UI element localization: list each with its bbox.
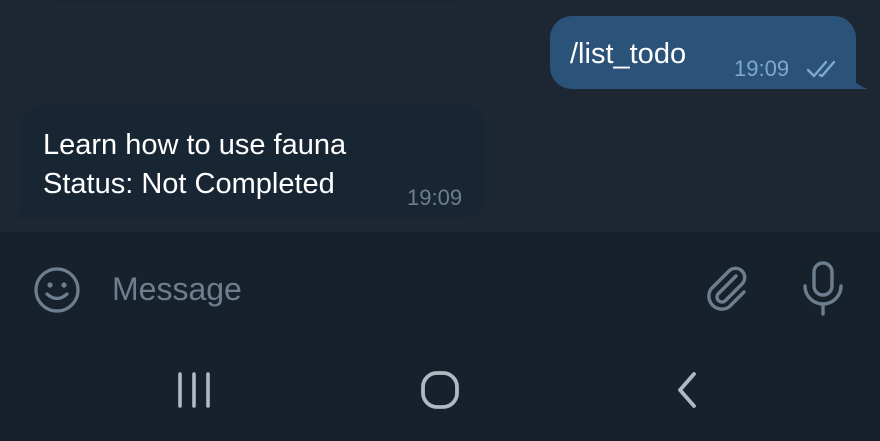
outgoing-message-text: /list_todo — [570, 38, 687, 70]
emoji-icon[interactable] — [32, 265, 82, 315]
incoming-message-bubble[interactable]: Learn how to use fauna Status: Not Compl… — [22, 105, 485, 218]
home-icon[interactable] — [418, 368, 462, 412]
previous-message-bubble — [40, 0, 470, 2]
double-check-icon — [806, 58, 842, 80]
chat-history[interactable]: /list_todo 19:09 Learn how to use fauna … — [0, 0, 880, 232]
attach-icon[interactable] — [700, 262, 752, 314]
outgoing-message-time: 19:09 — [734, 56, 790, 81]
back-icon[interactable] — [668, 370, 704, 410]
outgoing-message-bubble[interactable]: /list_todo 19:09 — [550, 16, 856, 89]
incoming-message-time: 19:09 — [407, 185, 463, 210]
incoming-message-line-2: Status: Not Completed — [43, 168, 335, 200]
recents-icon[interactable] — [172, 370, 216, 410]
incoming-message-line-1: Learn how to use fauna — [43, 129, 347, 161]
message-input[interactable] — [112, 266, 672, 312]
mic-icon[interactable] — [800, 260, 846, 318]
incoming-bubble-tail — [10, 203, 32, 218]
outgoing-bubble-tail — [846, 74, 868, 89]
